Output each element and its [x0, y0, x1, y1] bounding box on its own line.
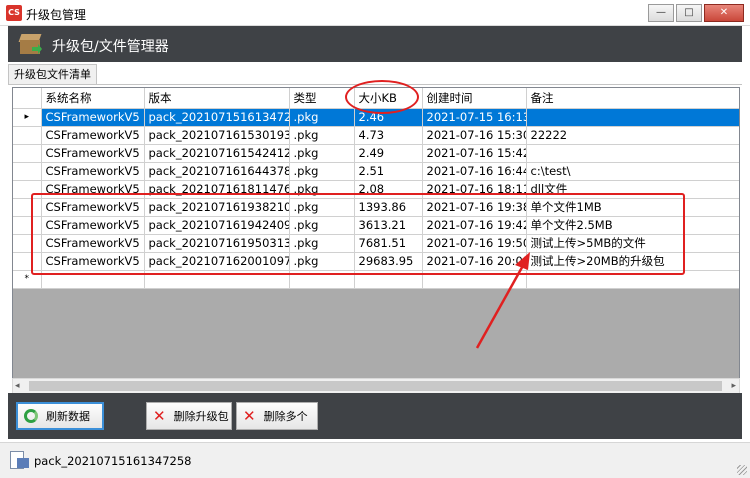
- cell-note[interactable]: [526, 144, 739, 163]
- refresh-label: 刷新数据: [46, 410, 90, 423]
- current-row-indicator[interactable]: ▸: [13, 108, 42, 127]
- annotation-ellipse: [345, 80, 419, 114]
- cell-type[interactable]: .pkg: [289, 126, 355, 145]
- window-titlebar: CS 升级包管理 — □ ✕: [0, 0, 750, 26]
- document-icon: [10, 451, 29, 469]
- annotation-rectangle: [31, 193, 685, 275]
- table-row[interactable]: CSFrameworkV5 pack_20210716154241247 .pk…: [13, 144, 739, 163]
- scroll-left-icon[interactable]: ◂: [15, 381, 20, 391]
- cell-version[interactable]: pack_20210716164437824: [144, 162, 290, 181]
- cell-created[interactable]: 2021-07-15 16:13: [422, 108, 527, 127]
- delete-package-label: 删除升级包: [173, 410, 229, 423]
- cell-created[interactable]: 2021-07-16 16:44: [422, 162, 527, 181]
- column-header-note[interactable]: 备注: [526, 88, 739, 109]
- cell-created[interactable]: 2021-07-16 15:42: [422, 144, 527, 163]
- scroll-thumb[interactable]: [29, 381, 722, 391]
- row-header[interactable]: [13, 162, 42, 181]
- cell-type[interactable]: .pkg: [289, 162, 355, 181]
- cell-size[interactable]: 4.73: [354, 126, 423, 145]
- column-header-version[interactable]: 版本: [144, 88, 290, 109]
- status-text: pack_20210715161347258: [34, 454, 192, 468]
- delete-package-button[interactable]: ✕ 删除升级包: [146, 402, 232, 430]
- table-row[interactable]: CSFrameworkV5 pack_20210716153019327 .pk…: [13, 126, 739, 145]
- tab-package-list[interactable]: 升级包文件清单: [8, 64, 97, 85]
- cell-system[interactable]: CSFrameworkV5: [41, 144, 145, 163]
- action-panel: 刷新数据 ✕ 删除升级包 ✕ 删除多个: [8, 393, 742, 439]
- row-header-corner[interactable]: [13, 88, 42, 109]
- cell-created[interactable]: 2021-07-16 15:30: [422, 126, 527, 145]
- row-header[interactable]: [13, 144, 42, 163]
- cell-system[interactable]: CSFrameworkV5: [41, 162, 145, 181]
- scroll-right-icon[interactable]: ▸: [731, 381, 736, 391]
- minimize-button[interactable]: —: [648, 4, 674, 22]
- cell-system[interactable]: CSFrameworkV5: [41, 126, 145, 145]
- cell-size[interactable]: 2.49: [354, 144, 423, 163]
- status-bar: pack_20210715161347258: [0, 442, 750, 478]
- refresh-button[interactable]: 刷新数据: [16, 402, 104, 430]
- resize-grip-icon[interactable]: [737, 465, 747, 475]
- cell-version[interactable]: pack_20210715161347258: [144, 108, 290, 127]
- horizontal-scrollbar[interactable]: ◂ ▸: [12, 378, 740, 394]
- app-icon: CS: [6, 5, 22, 21]
- cell-note[interactable]: [526, 108, 739, 127]
- cell-type[interactable]: .pkg: [289, 144, 355, 163]
- delete-icon: ✕: [153, 406, 166, 425]
- close-button[interactable]: ✕: [704, 4, 744, 22]
- cell-version[interactable]: pack_20210716153019327: [144, 126, 290, 145]
- refresh-icon: [24, 409, 38, 423]
- window-controls: — □ ✕: [648, 4, 744, 22]
- cell-note[interactable]: c:\test\: [526, 162, 739, 181]
- table-row[interactable]: CSFrameworkV5 pack_20210716164437824 .pk…: [13, 162, 739, 181]
- cell-note[interactable]: 22222: [526, 126, 739, 145]
- header-banner: 升级包/文件管理器: [8, 26, 742, 62]
- package-arrow-icon: [18, 30, 44, 56]
- column-header-created[interactable]: 创建时间: [422, 88, 527, 109]
- cell-version[interactable]: pack_20210716154241247: [144, 144, 290, 163]
- delete-multiple-label: 删除多个: [263, 410, 308, 423]
- cell-system[interactable]: CSFrameworkV5: [41, 108, 145, 127]
- delete-icon: ✕: [243, 406, 256, 425]
- cell-size[interactable]: 2.51: [354, 162, 423, 181]
- column-header-system[interactable]: 系统名称: [41, 88, 145, 109]
- header-title: 升级包/文件管理器: [52, 39, 169, 55]
- maximize-button[interactable]: □: [676, 4, 702, 22]
- cell-type[interactable]: .pkg: [289, 108, 355, 127]
- delete-multiple-button[interactable]: ✕ 删除多个: [236, 402, 318, 430]
- row-header[interactable]: [13, 126, 42, 145]
- window-title: 升级包管理: [26, 8, 87, 22]
